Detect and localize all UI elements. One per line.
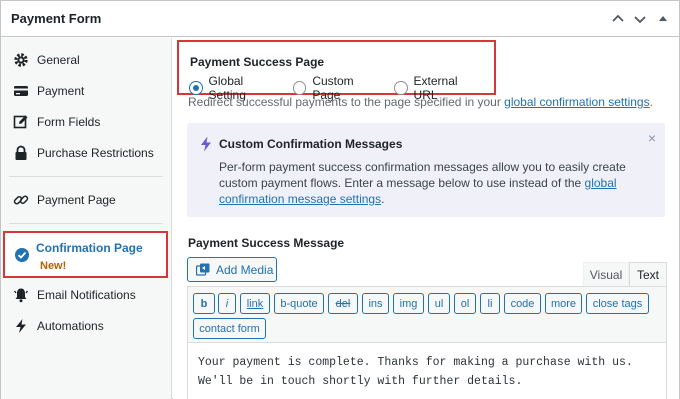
quicktag-del-button[interactable]: del: [328, 293, 358, 314]
sidebar-item-label: Form Fields: [37, 115, 101, 129]
notice-suffix: .: [381, 192, 385, 206]
chevron-down-icon[interactable]: [630, 9, 650, 29]
success-page-help: Redirect successful payments to the page…: [188, 95, 653, 109]
quicktag-i-button[interactable]: i: [218, 293, 236, 314]
sidebar-item-automations[interactable]: Automations: [1, 311, 171, 341]
link-icon: [13, 192, 29, 208]
caret-up-icon[interactable]: [653, 9, 673, 29]
add-media-button[interactable]: Add Media: [187, 257, 277, 282]
sidebar-item-label: General: [37, 53, 80, 67]
quicktag-close-tags-button[interactable]: close tags: [586, 293, 649, 314]
sidebar-item-payment[interactable]: Payment: [1, 76, 171, 106]
sidebar-item-payment-page[interactable]: Payment Page: [1, 185, 171, 215]
success-page-section: Payment Success Page Global Setting Cust…: [177, 40, 496, 102]
edit-icon: [13, 114, 29, 130]
sidebar: General Payment Form Fields Purchase Res…: [1, 38, 172, 399]
gear-icon: [13, 52, 29, 68]
main-content: Payment Success Page Global Setting Cust…: [173, 38, 679, 399]
global-confirmation-settings-link[interactable]: global confirmation settings: [504, 95, 649, 109]
quicktag-ol-button[interactable]: ol: [454, 293, 476, 314]
quicktag-b-button[interactable]: b: [193, 293, 215, 314]
bell-icon: [13, 287, 29, 303]
sidebar-item-form-fields[interactable]: Form Fields: [1, 107, 171, 137]
notice-text: Per-form payment success confirmation me…: [219, 159, 639, 207]
success-page-title: Payment Success Page: [190, 55, 325, 69]
bolt-icon: [13, 318, 29, 334]
quicktag-img-button[interactable]: img: [393, 293, 424, 314]
success-message-title: Payment Success Message: [188, 236, 345, 250]
quicktag-bquote-button[interactable]: b-quote: [274, 293, 324, 314]
quicktag-li-button[interactable]: li: [480, 293, 500, 314]
notice-title: Custom Confirmation Messages: [219, 137, 403, 151]
quicktag-ul-button[interactable]: ul: [428, 293, 450, 314]
help-text: Redirect successful payments to the page…: [188, 95, 505, 109]
bolt-icon: [199, 136, 213, 152]
tab-text[interactable]: Text: [629, 262, 667, 287]
custom-confirmation-notice: Custom Confirmation Messages Per-form pa…: [187, 123, 665, 217]
panel-header: Payment Form: [1, 1, 679, 37]
credit-card-icon: [13, 83, 29, 99]
chevron-up-icon[interactable]: [608, 9, 628, 29]
close-icon[interactable]: ×: [645, 131, 659, 145]
quicktags-toolbar: b i link b-quote del ins img ul ol li co…: [188, 287, 666, 343]
sidebar-item-label: Confirmation Page: [36, 241, 143, 255]
add-media-label: Add Media: [216, 262, 274, 277]
panel-title: Payment Form: [11, 11, 102, 26]
tab-visual[interactable]: Visual: [583, 262, 629, 287]
sidebar-item-purchase-restrictions[interactable]: Purchase Restrictions: [1, 138, 171, 168]
sidebar-divider: [9, 176, 163, 177]
sidebar-item-label: Payment: [37, 84, 85, 98]
payment-form-panel: Payment Form General Payment Form Fields…: [0, 0, 680, 399]
media-icon: [196, 263, 210, 277]
quicktag-more-button[interactable]: more: [545, 293, 582, 314]
check-circle-icon: [14, 247, 30, 263]
notice-body: Per-form payment success confirmation me…: [219, 160, 626, 190]
quicktag-contact-form-button[interactable]: contact form: [193, 318, 266, 339]
new-badge: New!: [40, 260, 67, 272]
radio-indicator[interactable]: [394, 81, 408, 95]
sidebar-divider: [9, 223, 163, 224]
quicktag-ins-button[interactable]: ins: [362, 293, 389, 314]
sidebar-item-confirmation-page[interactable]: Confirmation Page New!: [3, 231, 168, 278]
success-message-textarea[interactable]: Your payment is complete. Thanks for mak…: [188, 344, 666, 399]
radio-indicator[interactable]: [189, 81, 203, 95]
lock-icon: [13, 145, 29, 161]
sidebar-item-email-notifications[interactable]: Email Notifications: [1, 280, 171, 310]
sidebar-item-label: Automations: [37, 319, 104, 333]
radio-indicator[interactable]: [292, 81, 307, 95]
help-suffix: .: [649, 95, 653, 109]
quicktag-code-button[interactable]: code: [504, 293, 541, 314]
message-editor: b i link b-quote del ins img ul ol li co…: [187, 286, 667, 399]
sidebar-item-label: Payment Page: [37, 193, 116, 207]
sidebar-item-label: Email Notifications: [37, 288, 136, 302]
sidebar-item-general[interactable]: General: [1, 45, 171, 75]
quicktag-link-button[interactable]: link: [240, 293, 270, 314]
sidebar-item-label: Purchase Restrictions: [37, 146, 154, 160]
